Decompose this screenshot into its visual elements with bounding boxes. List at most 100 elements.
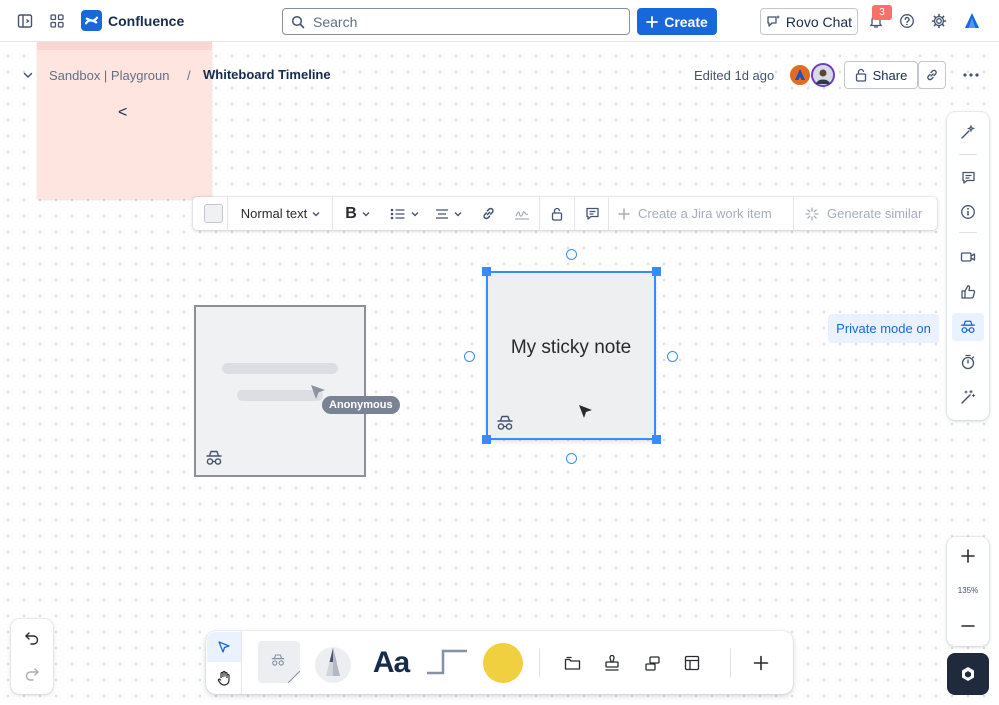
page-title[interactable]: Whiteboard Timeline [203,67,331,82]
bold-dropdown[interactable]: B [339,197,377,230]
bold-icon: B [345,204,357,222]
my-sticky-note[interactable]: My sticky note [486,271,656,440]
redo-icon[interactable] [16,660,48,688]
atlassian-logo-icon[interactable] [958,7,986,35]
text-style-dropdown[interactable]: Normal text [233,197,329,230]
chevron-down-icon [361,209,371,219]
link-icon[interactable] [474,197,502,230]
ai-sparkle-icon[interactable] [952,118,984,146]
page-header: Sandbox | Playgroun / Whiteboard Timelin… [0,58,999,92]
rovo-chat-label: Rovo Chat [785,13,853,30]
search-input[interactable] [313,13,613,30]
rovo-ai-icon[interactable] [947,653,989,695]
chevron-down-icon [410,209,420,219]
bullet-list-icon [390,208,406,220]
lock-icon[interactable] [543,197,571,230]
chevron-down-icon[interactable] [14,61,42,89]
undo-icon[interactable] [16,624,48,652]
align-center-icon [435,208,449,220]
comment-icon[interactable] [952,163,984,191]
lock-icon [855,68,867,82]
frame-icon[interactable] [558,649,586,677]
connector-handle[interactable] [566,453,577,464]
app-name[interactable]: Confluence [108,13,184,29]
comment-icon[interactable] [578,197,606,230]
zoom-in-icon[interactable] [952,542,984,570]
help-icon[interactable] [893,7,921,35]
select-icon[interactable] [207,632,241,662]
chevron-down-icon [453,209,463,219]
create-jira-label: Create a Jira work item [638,206,772,221]
signature-icon[interactable] [508,197,536,230]
search-box[interactable] [282,8,630,35]
creation-toolbar: Aa [206,631,793,694]
confluence-logo-icon[interactable] [81,10,102,31]
share-button[interactable]: Share [844,61,918,89]
resize-handle[interactable] [482,435,491,444]
magic-wand-icon[interactable] [952,383,984,411]
like-icon[interactable] [952,278,984,306]
copy-link-icon[interactable] [918,61,946,89]
private-mode-icon [204,449,224,467]
hand-icon[interactable] [207,663,241,693]
create-button[interactable]: Create [637,8,717,35]
mouse-pointer-icon [578,404,594,420]
zoom-out-icon[interactable] [952,612,984,640]
right-toolbar [947,112,989,420]
more-options-icon[interactable] [957,61,985,89]
settings-gear-icon[interactable] [925,7,953,35]
zoom-level[interactable]: 135% [947,586,989,595]
info-icon[interactable] [952,198,984,226]
resize-handle[interactable] [482,267,491,276]
list-dropdown[interactable] [385,197,425,230]
generate-similar-label: Generate similar [827,206,923,221]
text-style-label: Normal text [240,206,308,221]
breadcrumb-space[interactable]: Sandbox | Playgroun [49,68,169,83]
anonymous-cursor-label: Anonymous [322,396,400,414]
private-mode-icon [495,414,515,432]
template-icon[interactable] [678,649,706,677]
notification-badge: 3 [872,5,892,20]
resize-handle[interactable] [652,435,661,444]
rovo-chat-button[interactable]: Rovo Chat [760,8,858,35]
placeholder-line [222,363,338,374]
anonymous-sticky-note[interactable] [194,305,366,477]
last-edited[interactable]: Edited 1d ago [694,68,774,83]
connector-handle[interactable] [464,351,475,362]
sticky-note-text[interactable]: My sticky note [488,337,654,359]
sticky-note-icon[interactable] [258,641,300,683]
color-swatch[interactable] [482,642,524,684]
top-navigation: Confluence Create Rovo Chat 3 [0,0,999,42]
pink-sticky-note-text: < [118,104,128,121]
shapes-icon[interactable] [638,649,666,677]
plus-icon [618,207,630,220]
add-icon[interactable] [747,649,775,677]
video-icon[interactable] [952,243,984,271]
connector-handle[interactable] [566,249,577,260]
timer-icon[interactable] [952,348,984,376]
pen-icon[interactable] [313,643,353,683]
create-jira-work-item-button[interactable]: Create a Jira work item [618,197,782,230]
app-switcher-icon[interactable] [43,7,71,35]
stamp-icon[interactable] [598,649,626,677]
resize-handle[interactable] [652,267,661,276]
sidebar-toggle-icon[interactable] [11,7,39,35]
alignment-dropdown[interactable] [429,197,469,230]
private-mode-icon[interactable] [952,313,984,341]
plus-icon [646,15,659,28]
breadcrumb-separator: / [187,68,191,83]
sparkle-icon [805,206,819,221]
share-label: Share [872,67,908,83]
zoom-controls: 135% [947,537,989,646]
text-tool-button[interactable]: Aa [368,643,414,683]
create-label: Create [664,13,708,30]
avatar-user[interactable] [811,63,835,87]
connector-handle[interactable] [667,351,678,362]
private-mode-tooltip: Private mode on [828,314,939,343]
background-color-swatch[interactable] [198,197,228,230]
generate-similar-button[interactable]: Generate similar [805,197,933,230]
avatar-atlassian[interactable] [788,63,812,87]
connector-icon[interactable] [425,645,469,679]
pink-sticky-note-edge [37,42,212,50]
rovo-chat-icon [766,14,781,29]
